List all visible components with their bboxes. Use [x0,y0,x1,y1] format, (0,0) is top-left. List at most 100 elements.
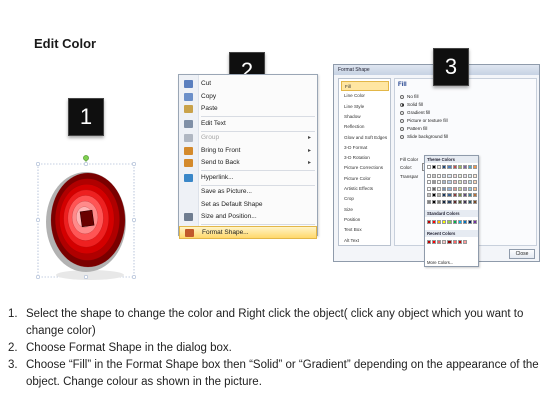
color-swatch[interactable] [452,193,457,198]
color-swatch[interactable] [457,240,462,245]
color-swatch[interactable] [457,220,462,225]
color-swatch[interactable] [442,186,447,191]
color-swatch[interactable] [472,165,478,170]
color-swatch[interactable] [462,199,467,204]
color-swatch[interactable] [462,240,467,245]
color-swatch[interactable] [457,193,462,198]
color-swatch[interactable] [472,173,478,178]
color-swatch[interactable] [427,180,432,185]
nav-item-artistic-effects[interactable]: Artistic Effects [341,184,389,194]
color-swatch[interactable] [447,165,452,170]
menu-item-paste[interactable]: Paste [179,103,317,115]
nav-item-fill[interactable]: Fill [341,81,389,91]
color-swatch[interactable] [472,180,478,185]
menu-item-hyperlink[interactable]: Hyperlink... [179,172,317,184]
menu-item-send-to-back[interactable]: Send to Back ▸ [179,157,317,169]
color-swatch[interactable] [427,173,432,178]
radio-button[interactable] [400,134,404,139]
color-swatch[interactable] [432,180,437,185]
radio-button[interactable] [400,94,404,99]
color-swatch[interactable] [432,220,437,225]
nav-item-line-style[interactable]: Line Style [341,102,389,112]
color-swatch[interactable] [432,186,437,191]
color-swatch[interactable] [432,193,437,198]
color-swatch[interactable] [447,220,452,225]
color-swatch[interactable] [452,180,457,185]
color-swatch[interactable] [457,199,462,204]
color-swatch[interactable] [437,165,442,170]
menu-item-bring-to-front[interactable]: Bring to Front ▸ [179,145,317,157]
nav-item-crop[interactable]: Crop [341,194,389,204]
color-swatch[interactable] [462,173,467,178]
color-swatch[interactable] [427,186,432,191]
color-swatch[interactable] [432,240,437,245]
fill-option-no-fill[interactable]: No fill [400,93,419,100]
color-swatch[interactable] [447,193,452,198]
color-swatch[interactable] [452,165,457,170]
color-swatch[interactable] [442,165,447,170]
color-swatch[interactable] [437,186,442,191]
menu-item-edit-text[interactable]: Edit Text [179,118,317,130]
menu-item-copy[interactable]: Copy [179,91,317,103]
color-swatch[interactable] [467,220,472,225]
color-swatch[interactable] [462,193,467,198]
color-swatch[interactable] [432,165,437,170]
color-swatch[interactable] [462,180,467,185]
color-swatch[interactable] [427,240,432,245]
color-swatch[interactable] [467,173,472,178]
concentric-circle-shape[interactable] [50,172,126,268]
nav-item-glow-and-soft-edges[interactable]: Glow and Soft Edges [341,133,389,143]
color-swatch[interactable] [427,220,432,225]
menu-item-size-and-position[interactable]: Size and Position... [179,211,317,223]
color-swatch[interactable] [442,220,447,225]
color-swatch[interactable] [447,240,452,245]
color-swatch[interactable] [437,199,442,204]
menu-item-format-shape[interactable]: Format Shape... [179,225,317,239]
menu-item-save-as-picture[interactable]: Save as Picture... [179,186,317,198]
radio-button[interactable] [400,110,404,115]
color-swatch[interactable] [447,180,452,185]
nav-item-text-box[interactable]: Text Box [341,225,389,235]
radio-button[interactable] [400,126,404,131]
radio-button[interactable] [400,102,404,107]
color-swatch[interactable] [447,186,452,191]
nav-item-alt-text[interactable]: Alt Text [341,236,389,246]
color-swatch[interactable] [442,180,447,185]
fill-option-gradient-fill[interactable]: Gradient fill [400,109,430,116]
fill-option-picture-or-texture-fill[interactable]: Picture or texture fill [400,117,448,124]
color-swatch[interactable] [457,165,462,170]
color-swatch[interactable] [437,180,442,185]
color-swatch[interactable] [442,193,447,198]
color-swatch[interactable] [462,220,467,225]
color-swatch[interactable] [437,220,442,225]
menu-item-cut[interactable]: Cut [179,78,317,90]
color-swatch[interactable] [467,165,472,170]
color-swatch[interactable] [437,193,442,198]
nav-item-shadow[interactable]: Shadow [341,112,389,122]
color-swatch[interactable] [462,186,467,191]
more-colors-link[interactable]: More Colors... [427,260,453,265]
color-swatch[interactable] [472,193,478,198]
color-swatch[interactable] [427,193,432,198]
color-swatch[interactable] [472,186,478,191]
color-swatch[interactable] [467,180,472,185]
color-swatch[interactable] [432,173,437,178]
color-swatch[interactable] [457,180,462,185]
color-swatch[interactable] [467,193,472,198]
rotate-handle[interactable] [83,155,89,161]
color-swatch[interactable] [437,173,442,178]
nav-item-3-d-rotation[interactable]: 3-D Rotation [341,153,389,163]
color-swatch[interactable] [442,199,447,204]
nav-item-3-d-format[interactable]: 3-D Format [341,143,389,153]
color-swatch[interactable] [452,240,457,245]
color-swatch[interactable] [467,199,472,204]
close-button[interactable]: Close [509,249,535,259]
menu-item-group[interactable]: Group ▸ [179,132,317,144]
color-swatch[interactable] [427,199,432,204]
color-swatch[interactable] [457,173,462,178]
color-swatch[interactable] [427,165,432,170]
color-swatch[interactable] [447,173,452,178]
nav-item-picture-corrections[interactable]: Picture Corrections [341,163,389,173]
color-swatch[interactable] [442,240,447,245]
color-swatch[interactable] [432,199,437,204]
